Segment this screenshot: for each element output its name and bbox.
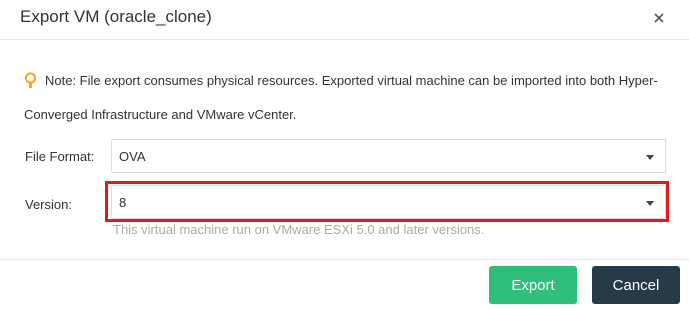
- close-icon[interactable]: [651, 10, 667, 26]
- version-hint: This virtual machine run on VMware ESXi …: [113, 222, 485, 237]
- chevron-down-icon: [646, 155, 654, 160]
- note-message: Note: File export consumes physical reso…: [24, 64, 664, 132]
- file-format-value: OVA: [119, 149, 146, 164]
- dialog-header: Export VM (oracle_clone): [0, 0, 689, 40]
- file-format-label: File Format:: [25, 149, 95, 164]
- lightbulb-icon: [24, 72, 37, 88]
- cancel-button[interactable]: Cancel: [592, 266, 680, 304]
- export-button[interactable]: Export: [489, 266, 577, 304]
- version-label: Version:: [25, 197, 72, 212]
- dialog-title: Export VM (oracle_clone): [20, 7, 212, 26]
- version-highlight-box: [105, 181, 669, 222]
- dialog-footer: [0, 259, 689, 310]
- note-text: Note: File export consumes physical reso…: [24, 73, 658, 122]
- export-vm-dialog: Export VM (oracle_clone) Note: File expo…: [0, 0, 689, 310]
- file-format-select[interactable]: OVA: [111, 139, 666, 173]
